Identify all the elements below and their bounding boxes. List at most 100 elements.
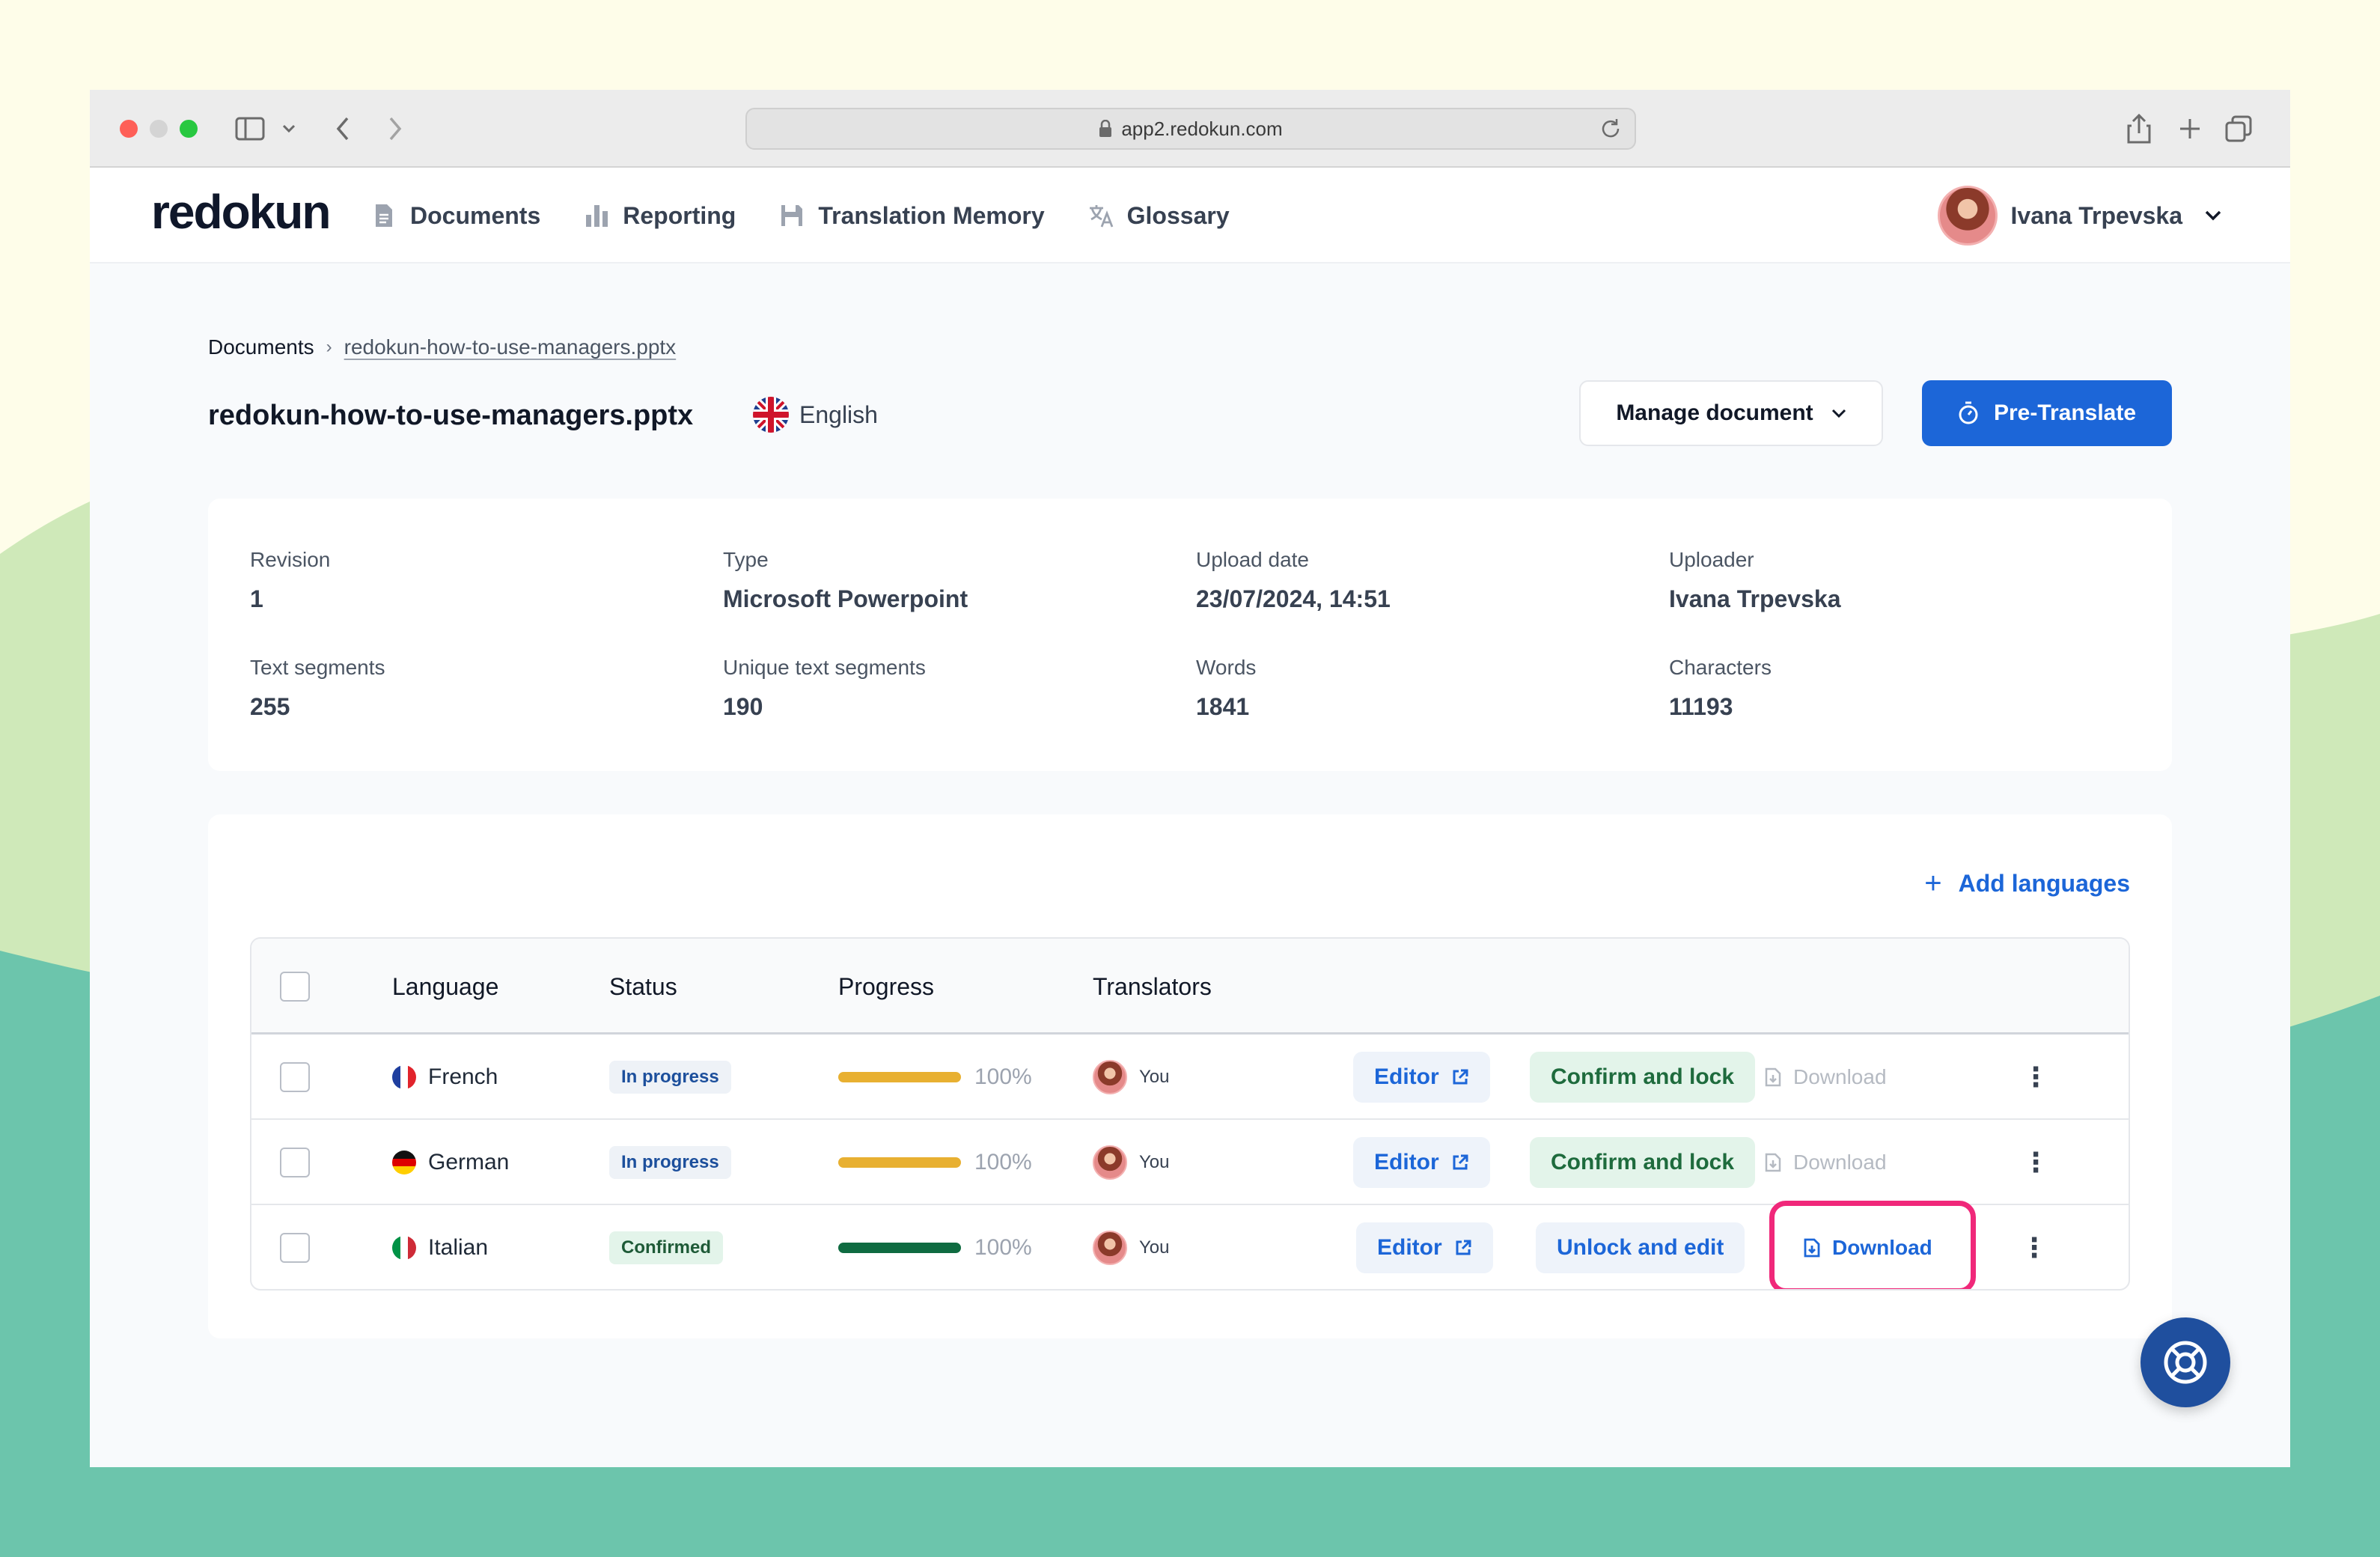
nav-translation-memory[interactable]: Translation Memory (779, 202, 1045, 230)
row-checkbox[interactable] (280, 1233, 310, 1263)
italy-flag-icon (392, 1236, 416, 1260)
download-button[interactable]: Download (1765, 1151, 1887, 1174)
nav-documents-label: Documents (410, 201, 541, 229)
add-languages-button[interactable]: + Add languages (1924, 867, 2130, 901)
user-name: Ivana Trpevska (2010, 201, 2182, 229)
avatar (1093, 1060, 1127, 1094)
manage-document-label: Manage document (1616, 400, 1813, 425)
language-cell: French (392, 1035, 498, 1120)
editor-button[interactable]: Editor (1353, 1052, 1490, 1103)
chevron-down-icon[interactable] (280, 111, 298, 147)
download-cell: Download (1765, 1035, 1887, 1120)
close-window-button[interactable] (120, 120, 138, 138)
table-row: Italian Confirmed 100% You Editor Unlock… (251, 1201, 2129, 1289)
external-link-icon (1456, 1240, 1471, 1255)
translator-name: You (1139, 1067, 1170, 1087)
info-type-label: Type (723, 548, 769, 571)
uk-flag-icon (753, 397, 789, 433)
back-arrow-icon[interactable] (331, 111, 355, 147)
forward-arrow-icon[interactable] (383, 111, 407, 147)
confirm-and-lock-button[interactable]: Confirm and lock (1530, 1052, 1756, 1103)
app-header: redokun Documents Reporting Translation … (90, 168, 2290, 263)
action-cell: Confirm and lock (1530, 1035, 1756, 1120)
minimize-window-button[interactable] (150, 120, 168, 138)
help-button[interactable] (2141, 1317, 2230, 1407)
action-cell: Unlock and edit (1536, 1205, 1745, 1289)
file-download-icon (1804, 1238, 1820, 1258)
progress-cell: 100% (838, 1205, 1032, 1289)
translators-cell: You (1093, 1035, 1170, 1120)
languages-card: + Add languages Language Status Progress… (208, 814, 2172, 1338)
info-upload-value: 23/07/2024, 14:51 (1196, 585, 1391, 612)
nav-reporting[interactable]: Reporting (584, 202, 736, 230)
row-checkbox[interactable] (280, 1148, 310, 1177)
header-status: Status (609, 973, 677, 1000)
sidebar-toggle-icon[interactable] (234, 111, 266, 147)
translators-cell: You (1093, 1120, 1170, 1205)
translator-name: You (1139, 1237, 1170, 1258)
progress-percent: 100% (974, 1064, 1032, 1089)
chevron-right-icon: › (326, 337, 332, 357)
editor-cell: Editor (1356, 1205, 1493, 1289)
breadcrumb-current[interactable]: redokun-how-to-use-managers.pptx (344, 335, 677, 359)
address-bar[interactable]: app2.redokun.com (745, 108, 1636, 150)
external-link-icon (1453, 1154, 1468, 1170)
plus-icon: + (1924, 867, 1942, 900)
breadcrumb-documents[interactable]: Documents (208, 335, 314, 359)
reload-icon[interactable] (1599, 117, 1623, 141)
add-languages-label: Add languages (1958, 870, 2130, 897)
editor-button[interactable]: Editor (1353, 1137, 1490, 1188)
browser-window: app2.redokun.com redokun Documents Repor… (90, 90, 2290, 1467)
translate-icon (1089, 205, 1113, 228)
editor-button[interactable]: Editor (1356, 1222, 1493, 1273)
share-icon[interactable] (2124, 111, 2154, 147)
row-checkbox[interactable] (280, 1062, 310, 1092)
more-options-icon[interactable]: ⋮ (2021, 1205, 2048, 1289)
nav-glossary[interactable]: Glossary (1088, 202, 1230, 230)
avatar (1937, 186, 1998, 246)
redokun-logo[interactable]: redokun (151, 184, 331, 240)
download-button[interactable]: Download (1765, 1065, 1887, 1089)
progress-cell: 100% (838, 1035, 1032, 1120)
header-language: Language (392, 973, 499, 1000)
info-revision-value: 1 (250, 585, 263, 612)
unlock-and-edit-button[interactable]: Unlock and edit (1536, 1222, 1745, 1273)
new-tab-icon[interactable] (2175, 111, 2205, 147)
more-options-icon[interactable]: ⋮ (2022, 1035, 2049, 1120)
pre-translate-button[interactable]: Pre-Translate (1922, 380, 2172, 446)
user-menu[interactable]: Ivana Trpevska (1937, 186, 2221, 246)
select-all-checkbox[interactable] (280, 972, 310, 1002)
maximize-window-button[interactable] (180, 120, 198, 138)
info-segments-label: Text segments (250, 656, 385, 679)
avatar (1093, 1231, 1127, 1265)
status-cell: In progress (609, 1120, 731, 1205)
header-progress: Progress (838, 973, 935, 1000)
info-unique-label: Unique text segments (723, 656, 926, 679)
table-row: French In progress 100% You Editor Confi… (251, 1035, 2129, 1120)
file-download-icon (1765, 1153, 1781, 1172)
manage-document-button[interactable]: Manage document (1579, 380, 1883, 446)
info-uploader-label: Uploader (1669, 548, 1754, 571)
more-options-icon[interactable]: ⋮ (2022, 1120, 2049, 1205)
progress-bar (838, 1072, 961, 1082)
url-text: app2.redokun.com (1121, 117, 1283, 140)
status-badge: In progress (609, 1061, 731, 1094)
info-words-label: Words (1196, 656, 1257, 679)
info-chars-label: Characters (1669, 656, 1772, 679)
chevron-down-icon (2205, 210, 2221, 221)
action-cell: Confirm and lock (1530, 1120, 1756, 1205)
nav-documents[interactable]: Documents (371, 202, 540, 230)
download-label: Download (1793, 1151, 1887, 1174)
info-revision: Revision 1 (250, 548, 330, 613)
download-label: Download (1793, 1065, 1887, 1088)
translators-cell: You (1093, 1205, 1170, 1289)
tab-overview-icon[interactable] (2223, 111, 2254, 147)
download-button[interactable]: Download (1804, 1236, 1932, 1260)
progress-bar (838, 1243, 961, 1253)
nav-glossary-label: Glossary (1126, 201, 1230, 229)
avatar (1093, 1145, 1127, 1180)
language-cell: Italian (392, 1205, 488, 1289)
info-unique-segments: Unique text segments 190 (723, 656, 926, 721)
confirm-and-lock-button[interactable]: Confirm and lock (1530, 1137, 1756, 1188)
editor-label: Editor (1374, 1150, 1439, 1174)
